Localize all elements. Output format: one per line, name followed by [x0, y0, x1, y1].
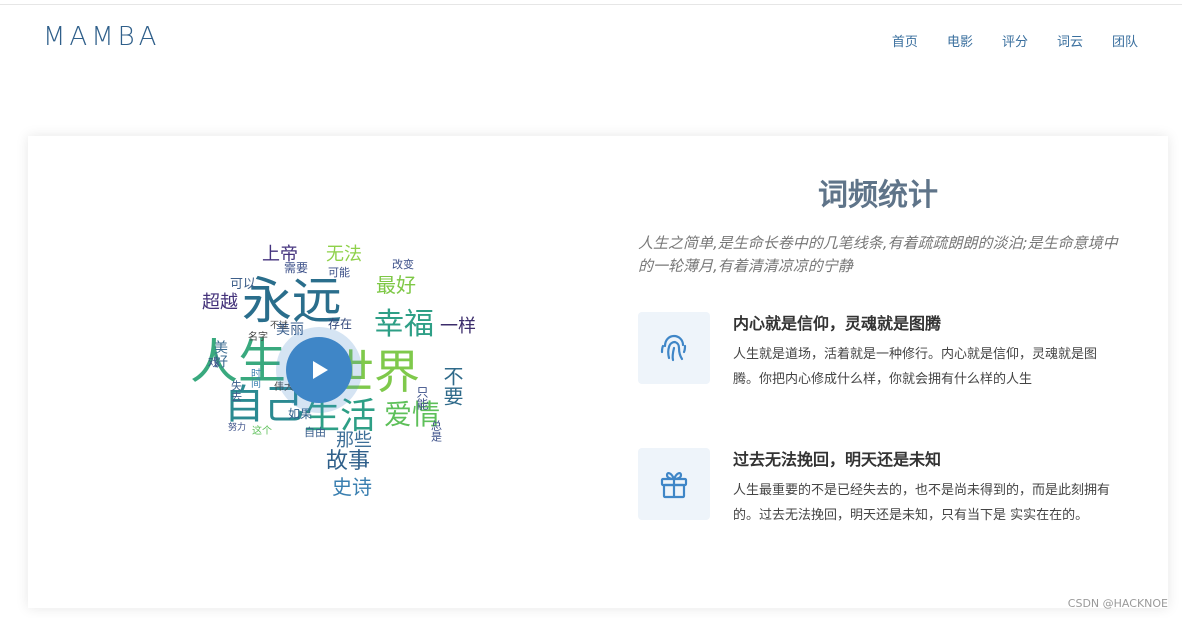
cloud-word: 那些 — [336, 430, 372, 451]
cloud-word: 名字 — [248, 330, 268, 343]
feature-title: 内心就是信仰，灵魂就是图腾 — [733, 314, 942, 333]
nav-item-home[interactable]: 首页 — [892, 31, 918, 50]
cloud-word: 不要 — [440, 366, 464, 406]
feature-text: 人生最重要的不是已经失去的，也不是尚未得到的，而是此刻拥有的。过去无法挽回，明天… — [733, 483, 1111, 523]
feature-icon-box — [638, 312, 710, 384]
gift-icon — [660, 472, 688, 499]
cloud-word: 最好 — [376, 273, 416, 297]
cloud-word: 努力 — [228, 421, 246, 433]
cloud-word: 可能 — [328, 265, 350, 279]
play-icon — [313, 361, 328, 379]
nav-item-wordcloud[interactable]: 词云 — [1057, 31, 1083, 50]
cloud-word: 时间 — [249, 368, 261, 389]
play-video-button[interactable] — [286, 337, 352, 403]
feature-body: 内心就是信仰，灵魂就是图腾 人生就是道场，活着就是一种修行。内心就是信仰，灵魂就… — [733, 312, 1118, 392]
feature-icon-box — [638, 448, 710, 520]
wordfreq-card: 永远 人生 世界 自己 生活 幸福 爱情 故事 史诗 那些 最好 超越 上帝 无… — [28, 136, 1168, 608]
cloud-word: 总是 — [430, 419, 443, 443]
cloud-word: 不过 — [270, 319, 288, 331]
cloud-word: 存在 — [328, 317, 352, 331]
nav-item-ratings[interactable]: 评分 — [1002, 31, 1028, 50]
cloud-word: 只能 — [415, 386, 429, 410]
cloud-word: 故事 — [326, 449, 370, 474]
section-intro: 人生之简单,是生命长卷中的几笔线条,有着疏疏朗朗的淡泊;是生命意境中的一轮薄月,… — [638, 234, 1118, 275]
cloud-word: 这个 — [252, 424, 272, 437]
section-title: 词频统计 — [818, 178, 938, 213]
cloud-word: 幸福 — [374, 307, 434, 342]
site-logo[interactable]: MAMBA — [43, 22, 160, 52]
cloud-word: 史诗 — [332, 475, 372, 499]
cloud-word: 可以 — [230, 277, 256, 292]
cloud-word: 改变 — [392, 257, 414, 271]
cloud-word: 戏 — [208, 356, 219, 369]
watermark: CSDN @HACKNOE — [1067, 597, 1168, 610]
cloud-word: 一样 — [440, 316, 476, 337]
nav-item-movies[interactable]: 电影 — [947, 31, 973, 50]
top-divider — [0, 4, 1182, 5]
feature-text: 人生就是道场，活着就是一种修行。内心就是信仰，灵魂就是图腾。你把内心修成什么样，… — [733, 347, 1098, 387]
feature-body: 过去无法挽回，明天还是未知 人生最重要的不是已经失去的，也不是尚未得到的，而是此… — [733, 448, 1118, 528]
cloud-word: 自由 — [304, 425, 326, 439]
cloud-word: 需要 — [284, 261, 308, 275]
cloud-word: 无法 — [326, 244, 362, 265]
cloud-word: 超越 — [202, 292, 238, 313]
main-nav: 首页 电影 评分 词云 团队 — [863, 31, 1138, 50]
cloud-word: 如果 — [288, 406, 312, 421]
feature-title: 过去无法挽回，明天还是未知 — [733, 450, 942, 469]
fingerprint-icon — [660, 334, 687, 362]
stats-content: 词频统计 人生之简单,是生命长卷中的几笔线条,有着疏疏朗朗的淡泊;是生命意境中的… — [638, 176, 1118, 523]
cloud-word: 失去 — [230, 380, 243, 402]
nav-item-team[interactable]: 团队 — [1112, 31, 1138, 50]
page: MAMBA 首页 电影 评分 词云 团队 永远 人生 世界 自己 生活 幸福 爱… — [0, 0, 1182, 618]
